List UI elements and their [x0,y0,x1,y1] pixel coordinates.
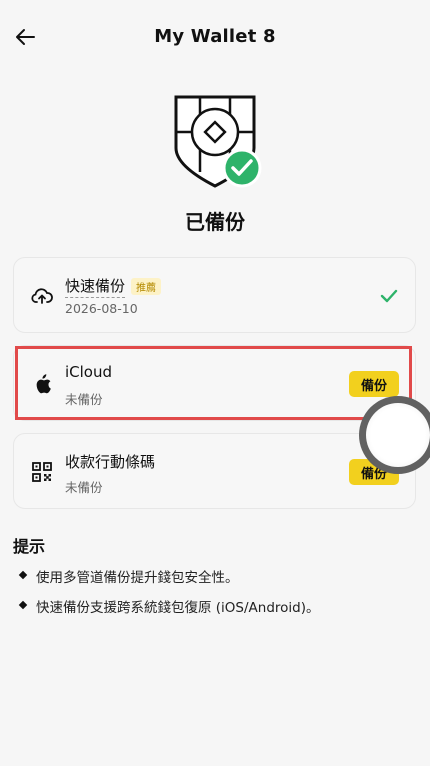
tip-text: 快速備份支援跨系統錢包復原 (iOS/Android)。 [36,600,320,616]
tip-item: 快速備份支援跨系統錢包復原 (iOS/Android)。 [18,596,320,626]
backup-option-icloud[interactable]: iCloud 未備份 備份 [13,345,416,421]
bullet-icon [18,570,28,580]
tip-text: 使用多管道備份提升錢包安全性。 [36,570,239,586]
checkmark-icon [380,289,398,303]
tips-title: 提示 [13,537,46,556]
option-label: 快速備份 [65,275,126,298]
header: My Wallet 8 [0,0,430,74]
cloud-upload-icon [30,284,54,308]
page-title: My Wallet 8 [154,26,276,47]
backup-option-name: 快速備份 推薦 [65,275,162,298]
backup-status: 未備份 [65,392,103,407]
option-label: iCloud [65,363,113,381]
backup-option-qr[interactable]: 收款行動條碼 未備份 備份 [13,433,416,509]
qr-backup-button[interactable]: 備份 [349,459,399,485]
recommended-badge: 推薦 [131,278,162,295]
backup-option-name: 收款行動條碼 [65,451,155,472]
icloud-backup-button[interactable]: 備份 [349,371,399,397]
tip-item: 使用多管道備份提升錢包安全性。 [18,566,320,596]
bullet-icon [18,600,28,610]
backup-date: 2026-08-10 [65,301,138,316]
option-label: 收款行動條碼 [65,453,156,471]
apple-icon [30,372,54,396]
backup-status: 未備份 [65,480,103,495]
shield-check-icon [174,95,262,188]
backup-option-name: iCloud [65,363,112,381]
backup-option-quick[interactable]: 快速備份 推薦 2026-08-10 [13,257,416,333]
tips-list: 使用多管道備份提升錢包安全性。 快速備份支援跨系統錢包復原 (iOS/Andro… [18,566,320,626]
qr-code-icon [30,460,54,484]
backup-status-illustration [170,94,262,188]
backup-status-label: 已備份 [185,210,245,234]
